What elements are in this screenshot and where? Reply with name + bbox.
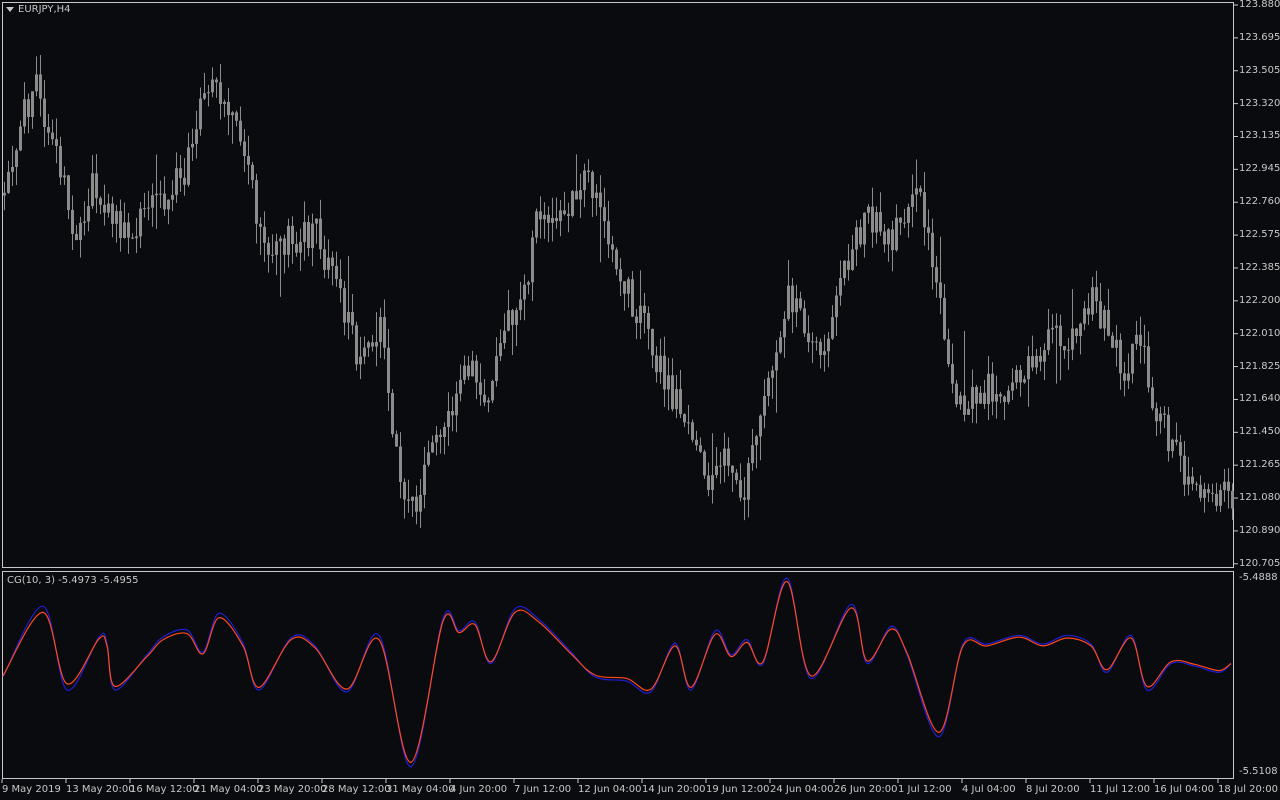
time-label: 16 May 12:00	[130, 784, 199, 795]
price-label: 122.010	[1239, 327, 1280, 339]
time-label: 21 May 04:00	[194, 784, 263, 795]
chart-canvas[interactable]	[0, 0, 1280, 800]
price-label: 121.825	[1239, 360, 1280, 372]
time-label: 4 Jun 20:00	[450, 784, 508, 795]
dropdown-triangle-icon[interactable]	[6, 7, 14, 12]
price-label: 122.200	[1239, 294, 1280, 306]
price-label: 121.640	[1239, 393, 1280, 405]
price-label: 123.320	[1239, 97, 1280, 109]
indicator-axis-min: -5.5108	[1239, 766, 1278, 777]
price-label: 123.505	[1239, 64, 1280, 76]
price-label: 122.945	[1239, 163, 1280, 175]
symbol-header[interactable]: EURJPY,H4	[6, 4, 71, 15]
time-label: 19 Jun 12:00	[706, 784, 770, 795]
price-label: 121.450	[1239, 426, 1280, 438]
price-label: 121.265	[1239, 459, 1280, 471]
price-label: 122.760	[1239, 196, 1280, 208]
time-label: 24 Jun 04:00	[770, 784, 834, 795]
time-label: 26 Jun 20:00	[834, 784, 898, 795]
indicator-axis-max: -5.4888	[1239, 572, 1278, 583]
time-label: 8 Jul 20:00	[1026, 784, 1080, 795]
symbol-label: EURJPY,H4	[18, 4, 71, 15]
price-label: 120.890	[1239, 524, 1280, 536]
chart-background	[0, 0, 1280, 800]
time-label: 16 Jul 04:00	[1154, 784, 1214, 795]
time-label: 13 May 20:00	[66, 784, 135, 795]
time-label: 23 May 20:00	[258, 784, 327, 795]
time-label: 1 Jul 12:00	[898, 784, 952, 795]
price-label: 121.080	[1239, 492, 1280, 504]
time-label: 7 Jun 12:00	[514, 784, 572, 795]
time-label: 18 Jul 20:00	[1218, 784, 1278, 795]
indicator-label: CG(10, 3) -5.4973 -5.4955	[7, 575, 139, 586]
time-label: 9 May 2019	[2, 784, 61, 795]
time-label: 11 Jul 12:00	[1090, 784, 1150, 795]
candle	[391, 389, 394, 438]
time-label: 28 May 12:00	[322, 784, 391, 795]
time-label: 31 May 04:00	[386, 784, 455, 795]
price-label: 123.695	[1239, 31, 1280, 43]
price-label: 123.135	[1239, 130, 1280, 142]
candle	[355, 321, 358, 371]
price-label: 120.705	[1239, 557, 1280, 569]
time-label: 12 Jun 04:00	[578, 784, 642, 795]
price-label: 122.385	[1239, 261, 1280, 273]
candle	[571, 189, 574, 218]
time-label: 14 Jun 20:00	[642, 784, 706, 795]
candle	[491, 379, 494, 404]
price-label: 122.575	[1239, 229, 1280, 241]
price-label: 123.880	[1239, 0, 1280, 10]
candle	[703, 449, 706, 479]
time-label: 4 Jul 04:00	[962, 784, 1016, 795]
candle	[955, 379, 958, 408]
candle	[691, 419, 694, 443]
